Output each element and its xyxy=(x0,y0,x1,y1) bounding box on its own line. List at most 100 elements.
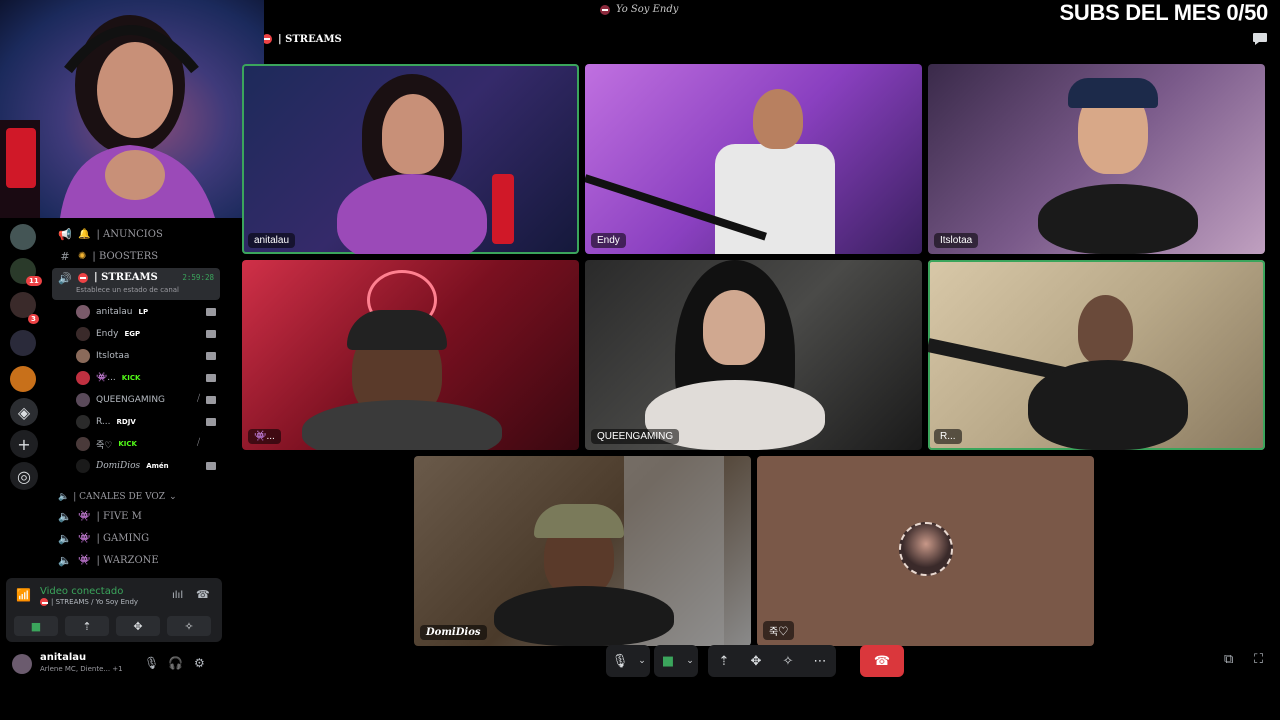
channel-boosters[interactable]: # ✺ | BOOSTERS xyxy=(52,246,220,266)
channel-streams[interactable]: 🔊 | STREAMS 2:59:28 Establece un estado … xyxy=(52,268,220,300)
announcement-icon: 📢 xyxy=(58,227,72,241)
noise-suppression-icon[interactable]: ılıl xyxy=(172,590,183,601)
add-server-icon[interactable]: + xyxy=(10,430,38,458)
tile-name: DomiDios xyxy=(420,625,487,640)
participant-video xyxy=(753,89,803,149)
camera-icon xyxy=(206,374,216,382)
channel-label: | WARZONE xyxy=(96,554,159,566)
webcam-figure xyxy=(0,15,215,218)
activities-button[interactable]: ✥ xyxy=(116,616,160,636)
voice-member[interactable]: 죽♡ KICK ⧸ xyxy=(76,434,220,454)
voice-category[interactable]: 🔈 | CANALES DE VOZ ⌄ xyxy=(58,492,177,502)
mic-light xyxy=(492,174,514,244)
soundboard-button[interactable]: ✧ xyxy=(167,616,211,636)
avatar[interactable] xyxy=(12,654,32,674)
mic-icon[interactable]: 🎙 xyxy=(606,645,634,677)
channel-anuncios[interactable]: 📢 🔔 | ANUNCIOS xyxy=(52,224,220,244)
screenshare-icon[interactable]: ⇡ xyxy=(708,645,740,677)
video-tile[interactable]: 죽♡ xyxy=(757,456,1094,646)
tile-name: anitalau xyxy=(248,233,296,248)
voice-channel-path[interactable]: | STREAMS / Yo Soy Endy xyxy=(40,598,138,606)
speaker-icon: 🔈 xyxy=(58,492,70,502)
channel-label: | BOOSTERS xyxy=(92,250,159,262)
activities-icon[interactable]: ✥ xyxy=(740,645,772,677)
video-tile[interactable]: QUEENGAMING xyxy=(585,260,922,450)
video-tile[interactable]: Itslotaa xyxy=(928,64,1265,254)
video-tile[interactable]: Endy xyxy=(585,64,922,254)
chevron-down-icon[interactable]: ⌄ xyxy=(682,645,698,677)
explore-icon[interactable]: ◎ xyxy=(10,462,38,490)
camera-button[interactable]: ■ xyxy=(14,616,58,636)
voice-member[interactable]: 👾... KICK xyxy=(76,368,220,388)
gear-icon[interactable]: ⚙ xyxy=(194,656,205,670)
camera-icon[interactable]: ■ xyxy=(654,645,682,677)
voice-member[interactable]: DomiDios Amén xyxy=(76,456,220,476)
member-tag: RDJV xyxy=(116,418,136,426)
camera-icon xyxy=(206,396,216,404)
voice-member[interactable]: Endy EGP xyxy=(76,324,220,344)
voice-status[interactable]: Video conectado xyxy=(40,586,123,597)
chevron-down-icon[interactable]: ⌄ xyxy=(634,645,650,677)
voice-channel[interactable]: 🔈 👾 | FIVE M xyxy=(52,506,220,526)
video-tile[interactable]: DomiDios xyxy=(414,456,751,646)
no-entry-icon xyxy=(40,598,48,606)
mention-badge: 11 xyxy=(26,276,42,286)
mic-icon[interactable]: 🎙 xyxy=(144,656,159,670)
tile-name: Endy xyxy=(591,233,626,248)
voice-member[interactable]: QUEENGAMING ⧸ xyxy=(76,390,220,410)
muted-mic-icon: ⧸ xyxy=(196,394,200,404)
more-icon[interactable]: ⋯ xyxy=(804,645,836,677)
video-tile[interactable]: R... xyxy=(928,260,1265,450)
server-icon[interactable] xyxy=(10,224,36,250)
member-name: Endy xyxy=(96,329,119,339)
speaker-icon: 🔈 xyxy=(58,553,72,567)
signal-icon[interactable]: 📶 xyxy=(16,588,32,604)
popout-icon[interactable]: ⧉ xyxy=(1224,652,1233,667)
member-name: DomiDios xyxy=(96,461,141,471)
action-group: ⇡ ✥ ✧ ⋯ xyxy=(708,645,836,677)
participant-video xyxy=(494,586,674,646)
soundboard-icon[interactable]: ✧ xyxy=(772,645,804,677)
voice-member[interactable]: anitalau LP xyxy=(76,302,220,322)
chat-icon[interactable] xyxy=(1252,30,1268,46)
member-tag: LP xyxy=(138,308,149,316)
muted-mic-icon: ⧸ xyxy=(196,438,200,448)
voice-channel[interactable]: 🔈 👾 | GAMING xyxy=(52,528,220,548)
server-folder[interactable] xyxy=(10,330,36,356)
camera-icon xyxy=(206,330,216,338)
participant-video xyxy=(703,290,765,365)
disconnect-icon[interactable]: ☎ xyxy=(196,588,210,601)
discover-icon[interactable]: ◈ xyxy=(10,398,38,426)
channel-timer: 2:59:28 xyxy=(182,273,214,282)
channel-label: | STREAMS xyxy=(94,272,158,283)
video-tile[interactable]: anitalau xyxy=(242,64,579,254)
tile-name: 👾... xyxy=(248,429,281,444)
voice-channel[interactable]: 🔈 👾 | WARZONE xyxy=(52,550,220,570)
voice-member[interactable]: R... RDJV xyxy=(76,412,220,432)
voice-member[interactable]: Itslotaa xyxy=(76,346,220,366)
tile-name: QUEENGAMING xyxy=(591,429,680,444)
headphones-icon[interactable]: 🎧 xyxy=(168,656,183,670)
voice-connection-panel: 📶 Video conectado | STREAMS / Yo Soy End… xyxy=(6,578,222,642)
camera-icon xyxy=(206,352,216,360)
avatar xyxy=(76,415,90,429)
member-name: Itslotaa xyxy=(96,351,130,361)
avatar xyxy=(76,371,90,385)
channel-header: | STREAMS xyxy=(262,30,342,48)
participant-video xyxy=(382,94,444,174)
stream-logo-icon xyxy=(600,4,610,15)
sparkle-icon: ✺ xyxy=(78,250,87,262)
video-tile[interactable]: 👾... xyxy=(242,260,579,450)
screenshare-button[interactable]: ⇡ xyxy=(65,616,109,636)
participant-video xyxy=(1068,78,1158,108)
alien-icon: 👾 xyxy=(78,510,91,522)
channel-label: | ANUNCIOS xyxy=(96,228,163,240)
fullscreen-icon[interactable]: ⛶ xyxy=(1254,652,1263,667)
chevron-down-icon: ⌄ xyxy=(169,492,177,502)
camera-icon xyxy=(206,462,216,470)
channel-status-prompt[interactable]: Establece un estado de canal xyxy=(76,286,179,294)
hangup-icon[interactable]: ☎ xyxy=(860,645,904,677)
participant-video xyxy=(1028,360,1188,450)
server-icon[interactable] xyxy=(10,366,36,392)
username[interactable]: anitalau xyxy=(40,652,86,663)
